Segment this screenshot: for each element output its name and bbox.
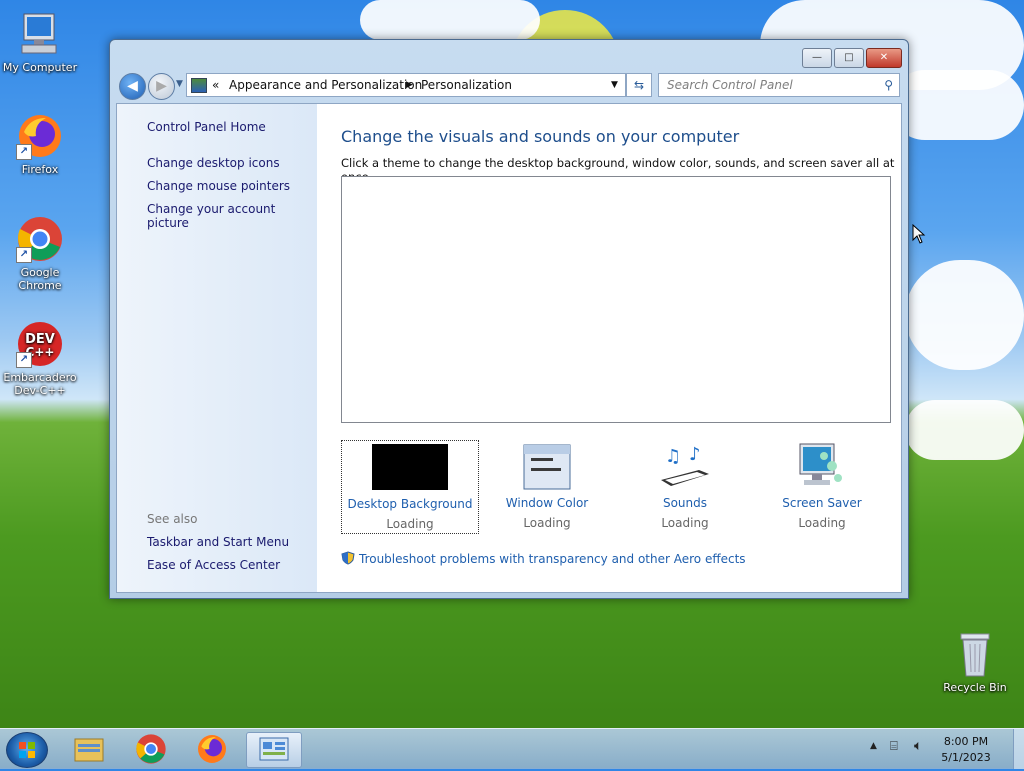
page-title: Change the visuals and sounds on your co…	[341, 127, 740, 146]
search-icon[interactable]: ⚲	[884, 74, 893, 96]
taskbar-control-panel[interactable]	[246, 732, 302, 768]
wallpaper-cloud	[905, 260, 1024, 370]
breadcrumb-item[interactable]: Appearance and Personalization	[229, 74, 422, 96]
volume-icon[interactable]: 🔈︎	[914, 738, 922, 754]
screen-saver-tile[interactable]: Screen Saver Loading	[754, 440, 890, 532]
folder-icon	[74, 738, 104, 762]
desktop-icon-label: My Computer	[2, 61, 78, 74]
wallpaper-cloud	[905, 400, 1024, 460]
troubleshoot-link[interactable]: Troubleshoot problems with transparency …	[341, 551, 746, 566]
personalization-window: — □ ✕ ◀ ▶ ▼ « Appearance and Personaliza…	[109, 39, 909, 599]
show-desktop-button[interactable]	[1013, 729, 1024, 769]
breadcrumb-overflow[interactable]: «	[212, 74, 219, 96]
address-dropdown-icon[interactable]: ▼	[611, 74, 618, 96]
tile-label: Window Color	[505, 496, 589, 510]
desktop-icon-my-computer[interactable]: My Computer	[0, 10, 80, 74]
mouse-cursor-icon	[912, 223, 926, 248]
firefox-icon	[198, 735, 226, 763]
theme-list[interactable]	[341, 176, 891, 423]
desktop-icon-label: Embarcadero Dev-C++	[3, 371, 77, 397]
address-bar[interactable]: « Appearance and Personalization ▶ Perso…	[186, 73, 626, 97]
main-pane: Change the visuals and sounds on your co…	[317, 104, 901, 592]
sounds-icon: ♫ ♪	[659, 442, 711, 494]
svg-text:♫: ♫	[665, 446, 681, 467]
shortcut-arrow-icon: ↗	[16, 352, 32, 368]
window-color-tile[interactable]: Window Color Loading	[479, 440, 615, 532]
desktop-icon-firefox[interactable]: ↗ Firefox	[0, 112, 80, 176]
forward-button[interactable]: ▶	[148, 73, 175, 100]
chrome-icon	[136, 734, 166, 764]
clock-time: 8:00 PM	[943, 735, 989, 748]
shield-icon	[341, 551, 355, 565]
computer-icon	[16, 10, 64, 58]
tile-label: Desktop Background	[347, 497, 473, 511]
back-button[interactable]: ◀	[119, 73, 146, 100]
troubleshoot-link-text: Troubleshoot problems with transparency …	[359, 552, 746, 566]
refresh-button[interactable]: ⇆	[626, 73, 652, 97]
breadcrumb-item[interactable]: Personalization	[421, 74, 512, 96]
control-panel-home-link[interactable]: Control Panel Home	[147, 120, 266, 134]
control-panel-icon	[259, 737, 289, 761]
see-also-heading: See also	[147, 512, 198, 526]
wallpaper-cloud	[890, 70, 1024, 140]
tile-status: Loading	[386, 517, 434, 531]
screen-saver-icon	[798, 442, 848, 494]
search-placeholder: Search Control Panel	[667, 78, 793, 92]
desktop-background-tile[interactable]: Desktop Background Loading	[341, 440, 479, 534]
taskbar-firefox[interactable]	[185, 732, 239, 766]
tile-status: Loading	[523, 516, 571, 530]
maximize-button[interactable]: □	[834, 48, 864, 68]
desktop-icon-chrome[interactable]: ↗ Google Chrome	[0, 215, 80, 292]
show-hidden-icons-button[interactable]: ▲	[870, 741, 877, 751]
left-task-pane: Control Panel Home Change desktop icons …	[117, 104, 317, 592]
tile-label: Sounds	[662, 496, 708, 510]
minimize-button[interactable]: —	[802, 48, 832, 68]
desktop-icon-label: Firefox	[21, 163, 59, 176]
recent-pages-dropdown[interactable]: ▼	[176, 79, 183, 89]
forward-arrow-icon: ▶	[156, 78, 167, 94]
start-button[interactable]	[6, 732, 48, 768]
close-button[interactable]: ✕	[866, 48, 902, 68]
change-mouse-pointers-link[interactable]: Change mouse pointers	[147, 179, 290, 193]
chrome-icon: ↗	[16, 215, 64, 263]
change-desktop-icons-link[interactable]: Change desktop icons	[147, 156, 280, 170]
sounds-tile[interactable]: ♫ ♪ Sounds Loading	[617, 440, 753, 532]
svg-text:♪: ♪	[689, 444, 701, 465]
refresh-icon: ⇆	[633, 78, 645, 92]
tile-status: Loading	[661, 516, 709, 530]
shortcut-arrow-icon: ↗	[16, 144, 32, 160]
content-area: Control Panel Home Change desktop icons …	[116, 103, 902, 593]
devcpp-icon: DEV C++ ↗	[16, 320, 64, 368]
desktop-icon-label: Google Chrome	[18, 266, 62, 292]
desktop-icon-label: Recycle Bin	[943, 681, 1007, 694]
taskbar-start-menu-link[interactable]: Taskbar and Start Menu	[147, 535, 289, 549]
desktop-background-preview	[372, 444, 448, 490]
tile-label: Screen Saver	[782, 496, 862, 510]
taskbar: ▲ ⌸ 🔈︎ 8:00 PM 5/1/2023	[0, 728, 1024, 769]
breadcrumb-separator-icon[interactable]: ▶	[406, 74, 413, 96]
taskbar-explorer[interactable]	[62, 732, 116, 766]
search-input[interactable]: Search Control Panel ⚲	[658, 73, 900, 97]
shortcut-arrow-icon: ↗	[16, 247, 32, 263]
recycle-bin-icon	[955, 630, 995, 678]
network-icon[interactable]: ⌸	[890, 739, 898, 754]
windows-logo-icon	[19, 742, 35, 758]
desktop-icon-recycle-bin[interactable]: Recycle Bin	[935, 630, 1015, 694]
tile-status: Loading	[798, 516, 846, 530]
control-panel-icon	[191, 78, 207, 93]
desktop-icon-devcpp[interactable]: DEV C++ ↗ Embarcadero Dev-C++	[0, 320, 80, 397]
clock-date: 5/1/2023	[941, 751, 991, 764]
change-account-picture-link[interactable]: Change your account picture	[147, 202, 317, 230]
back-arrow-icon: ◀	[127, 78, 138, 94]
ease-of-access-link[interactable]: Ease of Access Center	[147, 558, 280, 572]
firefox-icon: ↗	[16, 112, 64, 160]
taskbar-chrome[interactable]	[124, 732, 178, 766]
taskbar-clock[interactable]: 8:00 PM 5/1/2023	[936, 734, 996, 766]
window-color-icon	[523, 444, 571, 494]
wallpaper-cloud	[360, 0, 540, 40]
